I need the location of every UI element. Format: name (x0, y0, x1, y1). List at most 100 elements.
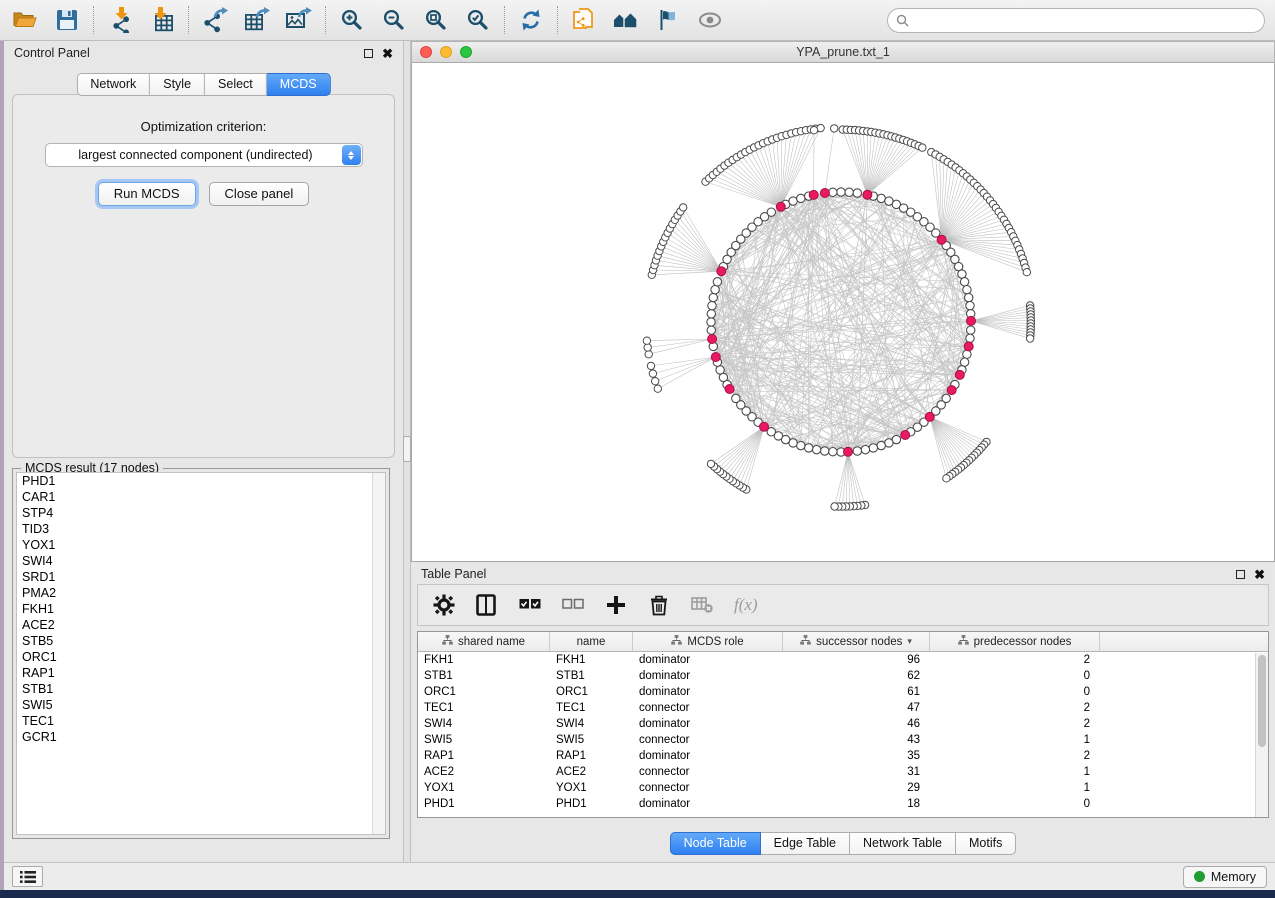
network-graph[interactable] (412, 63, 1274, 560)
mcds-result-item[interactable]: STP4 (17, 505, 385, 521)
import-table-icon[interactable] (147, 5, 177, 35)
select-all-icon[interactable] (519, 594, 541, 616)
zoom-out-icon[interactable] (379, 5, 409, 35)
table-row[interactable]: STB1STB1dominator620 (418, 668, 1268, 684)
unselect-all-icon[interactable] (562, 594, 584, 616)
column-header-MCDS-role[interactable]: MCDS role (633, 632, 783, 651)
mcds-result-item[interactable]: STB5 (17, 633, 385, 649)
table-row[interactable]: SWI5SWI5connector431 (418, 732, 1268, 748)
mcds-result-item[interactable]: SWI4 (17, 553, 385, 569)
task-history-button[interactable] (12, 866, 43, 887)
memory-button[interactable]: Memory (1183, 866, 1267, 888)
save-session-icon[interactable] (52, 5, 82, 35)
table-row[interactable]: FKH1FKH1dominator962 (418, 652, 1268, 668)
table-header-row: shared name name MCDS rolesuccessor nodes▾… (418, 632, 1268, 652)
network-window-titlebar[interactable]: YPA_prune.txt_1 (411, 41, 1275, 63)
search-box[interactable] (887, 8, 1265, 33)
table-row[interactable]: YOX1YOX1connector291 (418, 780, 1268, 796)
mcds-result-item[interactable]: GCR1 (17, 729, 385, 745)
tab-style[interactable]: Style (150, 73, 205, 96)
open-file-icon[interactable] (10, 5, 40, 35)
table-scrollbar[interactable] (1255, 653, 1268, 817)
cell-MCDS-role: dominator (633, 668, 783, 684)
zoom-selected-icon[interactable] (463, 5, 493, 35)
search-input[interactable] (914, 13, 1256, 27)
split-divider[interactable] (404, 41, 411, 862)
tab-network-table[interactable]: Network Table (850, 832, 956, 855)
mcds-result-item[interactable]: ORC1 (17, 649, 385, 665)
mcds-result-item[interactable]: SRD1 (17, 569, 385, 585)
mcds-result-item[interactable]: RAP1 (17, 665, 385, 681)
cell-shared-name: RAP1 (418, 748, 550, 764)
eye-icon[interactable] (695, 5, 725, 35)
flag-icon[interactable] (653, 5, 683, 35)
tab-mcds[interactable]: MCDS (267, 73, 331, 96)
network-canvas[interactable] (411, 63, 1275, 562)
column-label: name (577, 636, 606, 648)
mcds-result-item[interactable]: FKH1 (17, 601, 385, 617)
tab-select[interactable]: Select (205, 73, 267, 96)
close-panel-button[interactable]: Close panel (209, 182, 310, 206)
houses-icon[interactable] (611, 5, 641, 35)
mcds-result-item[interactable]: YOX1 (17, 537, 385, 553)
node-table[interactable]: shared name name MCDS rolesuccessor nodes▾… (417, 631, 1269, 818)
table-row[interactable]: RAP1RAP1dominator352 (418, 748, 1268, 764)
cell-predecessor-nodes: 0 (930, 796, 1100, 812)
cell-MCDS-role: dominator (633, 748, 783, 764)
table-scrollbar-thumb[interactable] (1258, 655, 1266, 747)
table-row[interactable]: TEC1TEC1connector472 (418, 700, 1268, 716)
close-table-panel-icon[interactable]: ✖ (1254, 570, 1265, 579)
table-panel-title: Table Panel (421, 567, 486, 581)
cell-name: RAP1 (550, 748, 633, 764)
export-image-icon[interactable] (284, 5, 314, 35)
table-row[interactable]: PHD1PHD1dominator180 (418, 796, 1268, 812)
mcds-result-item[interactable]: ACE2 (17, 617, 385, 633)
run-mcds-button[interactable]: Run MCDS (98, 182, 196, 206)
column-header-predecessor-nodes[interactable]: predecessor nodes (930, 632, 1100, 651)
float-panel-icon[interactable] (364, 49, 373, 58)
mcds-list-scrollbar[interactable] (372, 473, 385, 834)
tab-node-table[interactable]: Node Table (670, 832, 761, 855)
criterion-value: largest connected component (undirected) (46, 148, 362, 162)
mcds-result-item[interactable]: TEC1 (17, 713, 385, 729)
column-header-shared-name[interactable]: shared name (418, 632, 550, 651)
divider-handle-icon[interactable] (403, 436, 411, 462)
search-icon (896, 14, 909, 27)
export-table-icon[interactable] (242, 5, 272, 35)
zoom-in-icon[interactable] (337, 5, 367, 35)
mcds-result-list[interactable]: PHD1CAR1STP4TID3YOX1SWI4SRD1PMA2FKH1ACE2… (16, 472, 386, 835)
float-table-panel-icon[interactable] (1236, 570, 1245, 579)
cell-name: STB1 (550, 668, 633, 684)
mcds-result-item[interactable]: TID3 (17, 521, 385, 537)
gear-icon[interactable] (433, 594, 455, 616)
mcds-result-group: MCDS result (17 nodes) PHD1CAR1STP4TID3Y… (12, 468, 390, 839)
mcds-result-item[interactable]: SWI5 (17, 697, 385, 713)
mcds-result-item[interactable]: CAR1 (17, 489, 385, 505)
cell-name: ACE2 (550, 764, 633, 780)
dominator-node (901, 431, 910, 440)
export-network-icon[interactable] (200, 5, 230, 35)
import-network-icon[interactable] (105, 5, 135, 35)
close-panel-icon[interactable]: ✖ (382, 49, 393, 58)
trash-icon[interactable] (648, 594, 670, 616)
columns-icon[interactable] (476, 594, 498, 616)
column-header-name[interactable]: name (550, 632, 633, 651)
add-icon[interactable] (605, 594, 627, 616)
mcds-result-item[interactable]: PMA2 (17, 585, 385, 601)
tab-edge-table[interactable]: Edge Table (761, 832, 850, 855)
table-row[interactable]: ORC1ORC1dominator610 (418, 684, 1268, 700)
mcds-result-item[interactable]: STB1 (17, 681, 385, 697)
zoom-fit-icon[interactable] (421, 5, 451, 35)
column-header-successor-nodes[interactable]: successor nodes▾ (783, 632, 930, 651)
cell-predecessor-nodes: 0 (930, 684, 1100, 700)
network-documents-icon[interactable] (569, 5, 599, 35)
cell-shared-name: TEC1 (418, 700, 550, 716)
tab-motifs[interactable]: Motifs (956, 832, 1016, 855)
criterion-dropdown[interactable]: largest connected component (undirected) (45, 143, 363, 167)
mcds-result-item[interactable]: PHD1 (17, 473, 385, 489)
table-row[interactable]: ACE2ACE2connector311 (418, 764, 1268, 780)
table-row[interactable]: SWI4SWI4dominator462 (418, 716, 1268, 732)
tab-network[interactable]: Network (76, 73, 150, 96)
refresh-icon[interactable] (516, 5, 546, 35)
cell-shared-name: FKH1 (418, 652, 550, 668)
